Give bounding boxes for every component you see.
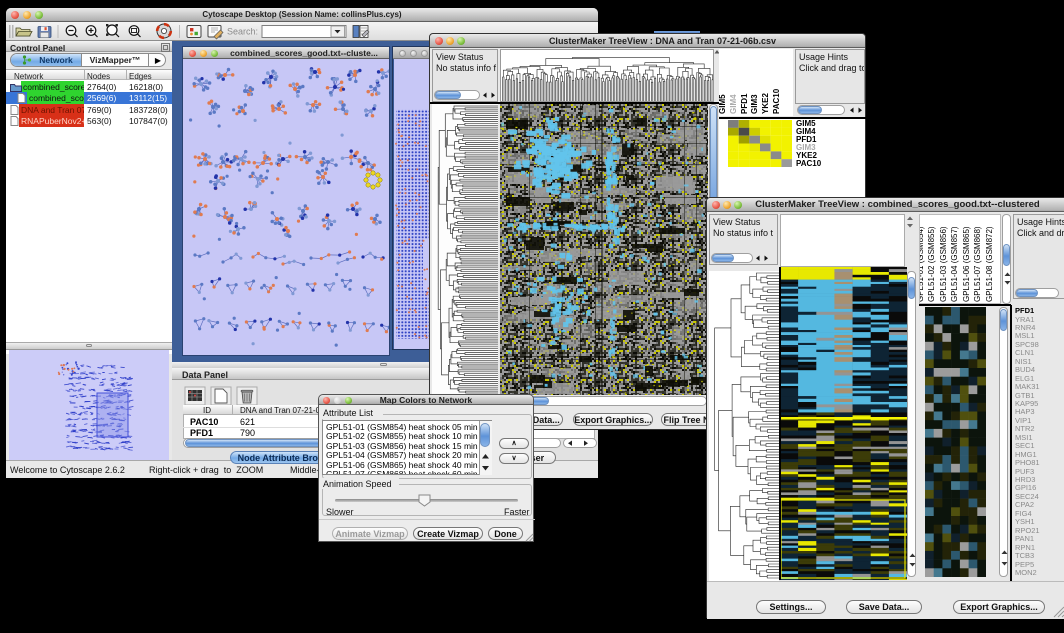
svg-text:Search:: Search:: [227, 27, 258, 37]
